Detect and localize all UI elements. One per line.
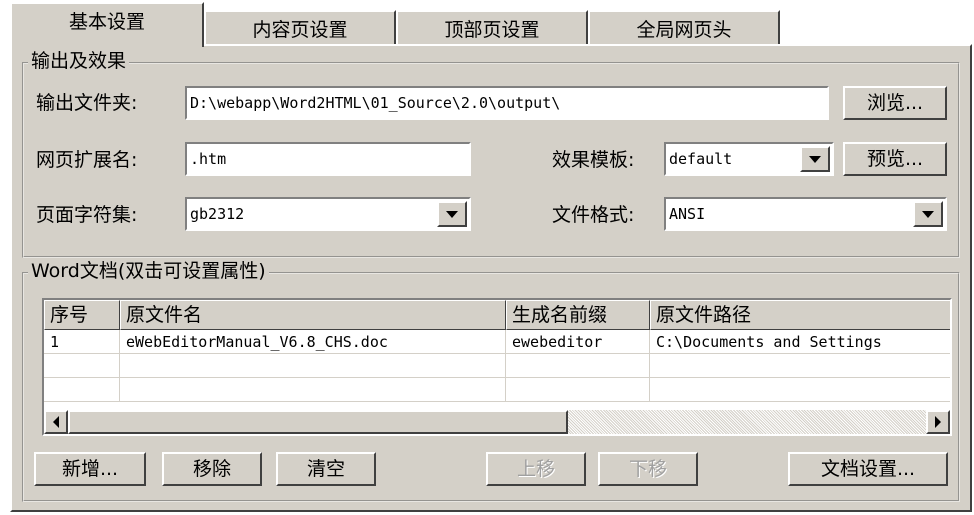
empty-cell — [650, 378, 950, 402]
browse-button[interactable]: 浏览... — [843, 86, 947, 120]
arrow-right-icon — [935, 416, 941, 428]
output-folder-input[interactable]: D:\webapp\Word2HTML\01_Source\2.0\output… — [185, 86, 829, 120]
tab-content-page-settings[interactable]: 内容页设置 — [204, 10, 396, 46]
move-up-button[interactable]: 上移 — [486, 452, 586, 486]
row-cell-prefix: ewebeditor — [506, 330, 650, 354]
remove-button[interactable]: 移除 — [162, 452, 262, 486]
scrollbar-thumb[interactable] — [68, 410, 568, 434]
empty-cell — [44, 378, 120, 402]
page-charset-select[interactable]: gb2312 — [185, 197, 471, 231]
chevron-down-icon — [446, 210, 458, 218]
preview-button[interactable]: 预览... — [843, 142, 947, 176]
add-button[interactable]: 新增... — [34, 452, 146, 486]
file-format-select[interactable]: ANSI — [664, 197, 947, 231]
page-charset-label: 页面字符集: — [36, 204, 138, 226]
empty-cell — [506, 378, 650, 402]
scroll-left-button[interactable] — [44, 410, 68, 434]
page-extension-input[interactable]: .htm — [185, 142, 471, 176]
effect-template-value: default — [669, 150, 733, 168]
scroll-right-button[interactable] — [926, 410, 950, 434]
empty-cell — [650, 354, 950, 378]
column-header-filename[interactable]: 原文件名 — [120, 300, 506, 330]
output-effects-group-title: 输出及效果 — [28, 50, 130, 72]
empty-cell — [120, 354, 506, 378]
file-format-dropdown-button[interactable] — [913, 201, 943, 227]
row-cell-filepath: C:\Documents and Settings — [650, 330, 950, 354]
chevron-down-icon — [922, 210, 934, 218]
row-cell-index: 1 — [44, 330, 120, 354]
dialog-window: 基本设置 内容页设置 顶部页设置 全局网页头 输出及效果 输出文件夹: D:\w… — [0, 0, 974, 515]
empty-cell — [506, 354, 650, 378]
file-format-label: 文件格式: — [552, 204, 635, 226]
file-format-value: ANSI — [669, 205, 706, 223]
tab-basic-settings[interactable]: 基本设置 — [10, 2, 204, 47]
page-charset-value: gb2312 — [190, 205, 245, 223]
document-settings-button[interactable]: 文档设置... — [788, 452, 948, 486]
clear-button[interactable]: 清空 — [276, 452, 376, 486]
column-header-filepath[interactable]: 原文件路径 — [650, 300, 950, 330]
column-header-prefix[interactable]: 生成名前缀 — [506, 300, 650, 330]
word-documents-list[interactable]: 序号 原文件名 生成名前缀 原文件路径 1 eWebEditorManual_V… — [42, 298, 952, 436]
effect-template-dropdown-button[interactable] — [800, 146, 830, 172]
empty-cell — [120, 378, 506, 402]
effect-template-label: 效果模板: — [552, 149, 635, 171]
tab-global-page-header[interactable]: 全局网页头 — [588, 10, 780, 46]
effect-template-select[interactable]: default — [664, 142, 834, 176]
chevron-down-icon — [809, 155, 821, 163]
output-folder-label: 输出文件夹: — [36, 92, 138, 114]
empty-cell — [44, 354, 120, 378]
tab-top-page-settings[interactable]: 顶部页设置 — [396, 10, 588, 46]
arrow-left-icon — [53, 416, 59, 428]
tab-panel: 输出及效果 输出文件夹: D:\webapp\Word2HTML\01_Sour… — [10, 44, 972, 512]
page-extension-label: 网页扩展名: — [36, 149, 138, 171]
page-charset-dropdown-button[interactable] — [437, 201, 467, 227]
word-documents-group-title: Word文档(双击可设置属性) — [28, 260, 269, 282]
row-cell-filename: eWebEditorManual_V6.8_CHS.doc — [120, 330, 506, 354]
horizontal-scrollbar[interactable] — [44, 410, 950, 434]
column-header-index[interactable]: 序号 — [44, 300, 120, 330]
move-down-button[interactable]: 下移 — [598, 452, 698, 486]
